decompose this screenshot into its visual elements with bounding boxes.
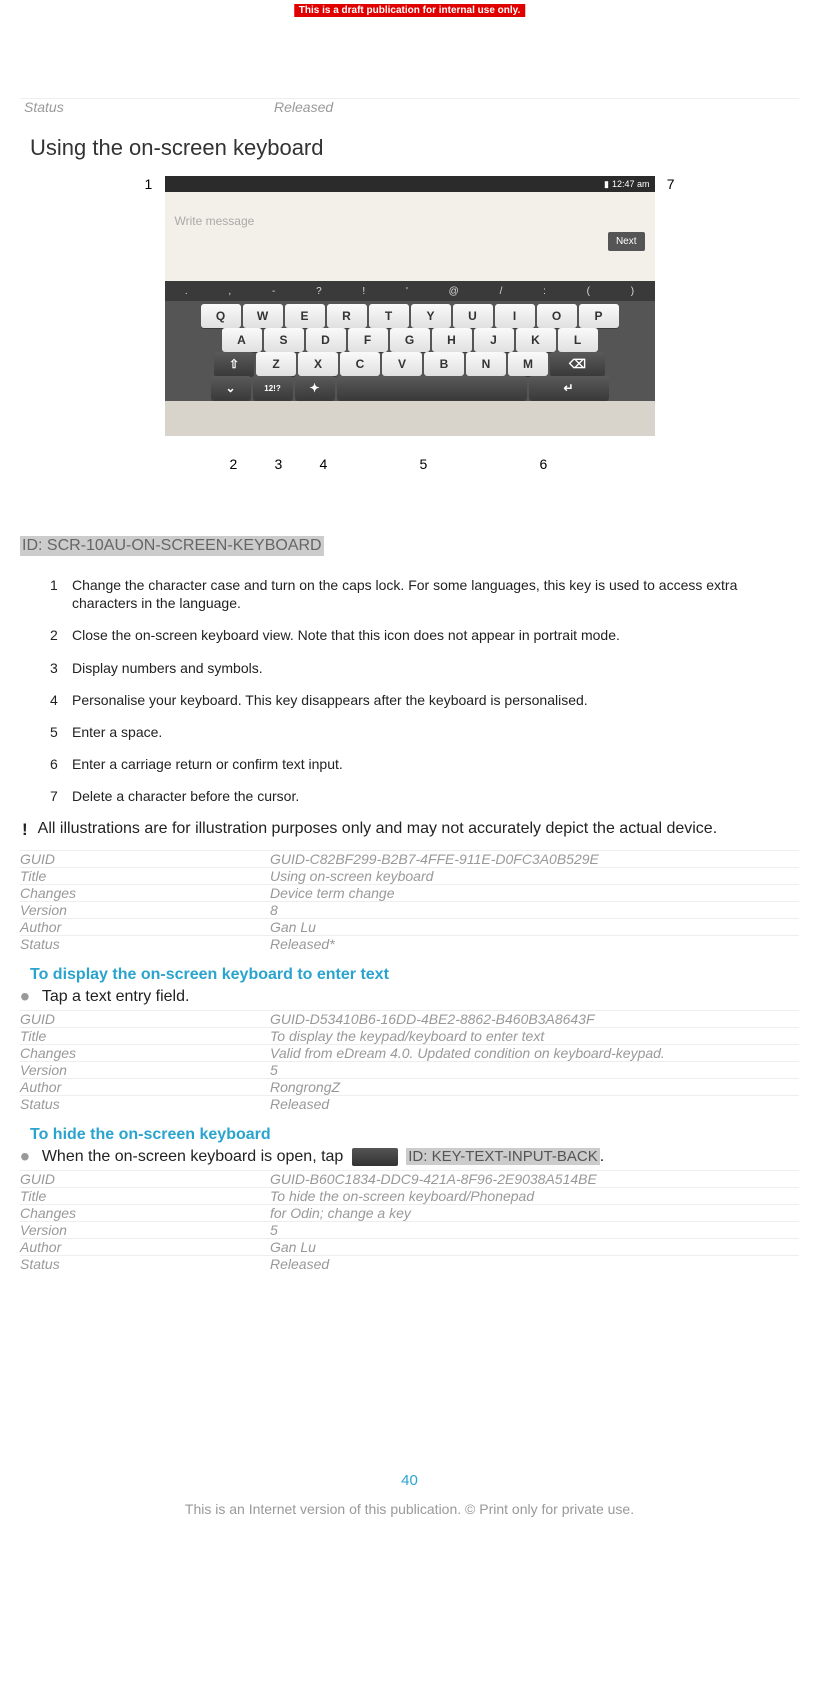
key-row-2: A S D F G H J K L: [168, 328, 652, 352]
list-item: 6Enter a carriage return or confirm text…: [50, 755, 799, 773]
enter-key: ↵: [529, 376, 609, 400]
callout-1: 1: [145, 176, 153, 192]
list-item: 7Delete a character before the cursor.: [50, 787, 799, 805]
message-placeholder: Write message: [175, 214, 255, 228]
meta-block-3: GUIDGUID-B60C1834-DDC9-421A-8F96-2E9038A…: [20, 1170, 799, 1272]
subheading-hide: To hide the on-screen keyboard: [30, 1126, 799, 1144]
close-key: ⌄: [211, 376, 251, 400]
shift-key: ⇧: [214, 352, 254, 376]
draft-banner: This is a draft publication for internal…: [294, 4, 526, 17]
next-button: Next: [608, 232, 645, 251]
callout-3: 3: [275, 456, 283, 472]
callout-6: 6: [540, 456, 548, 472]
section-heading: Using the on-screen keyboard: [30, 135, 799, 161]
callout-7: 7: [667, 176, 675, 192]
personalise-key: ✦: [295, 376, 335, 400]
bullet-text: Tap a text entry field.: [42, 988, 190, 1006]
symbols-key: 12!?: [253, 376, 293, 400]
image-id: ID: SCR-10AU-ON-SCREEN-KEYBOARD: [20, 536, 324, 556]
key-row-1: Q W E R T Y U I O P: [168, 304, 652, 328]
exclamation-icon: !: [22, 820, 28, 840]
space-key: [337, 376, 527, 400]
back-key-icon: [352, 1148, 398, 1166]
meta-block-2: GUIDGUID-D53410B6-16DD-4BE2-8862-B460B3A…: [20, 1010, 799, 1112]
numbered-list: 1Change the character case and turn on t…: [20, 576, 799, 806]
status-row: Status Released: [20, 98, 799, 115]
subheading-display: To display the on-screen keyboard to ent…: [30, 966, 799, 984]
bullet-text-before: When the on-screen keyboard is open, tap: [42, 1148, 344, 1165]
key-id-inline: ID: KEY-TEXT-INPUT-BACK: [406, 1148, 600, 1165]
bullet-text-after: .: [600, 1148, 604, 1165]
callout-2: 2: [230, 456, 238, 472]
key-row-3: ⇧ Z X C V B N M ⌫: [168, 352, 652, 376]
time-label: 12:47 am: [612, 179, 650, 189]
bullet-line: • When the on-screen keyboard is open, t…: [20, 1148, 799, 1166]
list-item: 2Close the on-screen keyboard view. Note…: [50, 626, 799, 644]
meta-block-1: GUIDGUID-C82BF299-B2B7-4FFE-911E-D0FC3A0…: [20, 850, 799, 952]
keyboard-illustration: ▮ 12:47 am Write message Next . , - ? ! …: [165, 176, 655, 436]
list-item: 3Display numbers and symbols.: [50, 659, 799, 677]
bullet-line: • Tap a text entry field.: [20, 988, 799, 1006]
notice-text: All illustrations are for illustration p…: [38, 820, 717, 838]
footer-text: This is an Internet version of this publ…: [20, 1501, 799, 1517]
callout-5: 5: [420, 456, 428, 472]
illustration-statusbar: ▮ 12:47 am: [165, 176, 655, 192]
status-label: Status: [24, 99, 274, 115]
callout-4: 4: [320, 456, 328, 472]
key-row-4: ⌄ 12!? ✦ ↵: [168, 376, 652, 400]
backspace-key: ⌫: [550, 352, 605, 376]
symbol-row: . , - ? ! ' @ / : ( ): [165, 281, 655, 301]
notice: ! All illustrations are for illustration…: [20, 820, 799, 840]
list-item: 5Enter a space.: [50, 723, 799, 741]
list-item: 1Change the character case and turn on t…: [50, 576, 799, 612]
page-number: 40: [20, 1472, 799, 1489]
signal-icon: ▮: [604, 179, 609, 190]
status-value: Released: [274, 99, 795, 115]
list-item: 4Personalise your keyboard. This key dis…: [50, 691, 799, 709]
